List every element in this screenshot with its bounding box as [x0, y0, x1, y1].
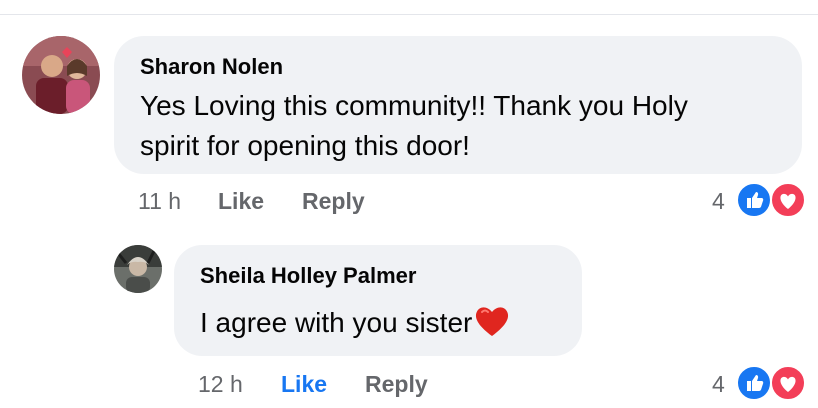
like-icon[interactable] [736, 365, 772, 401]
comment-author[interactable]: Sharon Nolen [140, 54, 283, 80]
reaction-count[interactable]: 4 [712, 371, 725, 398]
love-icon[interactable] [770, 182, 806, 218]
reply-button[interactable]: Reply [302, 188, 365, 215]
comment-timestamp[interactable]: 12 h [198, 371, 243, 398]
like-icon[interactable] [736, 182, 772, 218]
comment-author[interactable]: Sheila Holley Palmer [200, 263, 416, 289]
comment-text: I agree with you sister [200, 303, 511, 349]
comment-bubble: Sharon Nolen Yes Loving this community!!… [114, 36, 802, 174]
comment-text-line: Yes Loving this community!! Thank you Ho… [140, 90, 688, 121]
comment-text-line: I agree with you sister [200, 307, 473, 338]
reaction-count[interactable]: 4 [712, 188, 725, 215]
like-button[interactable]: Like [281, 371, 327, 398]
avatar[interactable] [114, 245, 162, 293]
love-icon[interactable] [770, 365, 806, 401]
top-divider [0, 14, 818, 15]
comment-timestamp[interactable]: 11 h [138, 188, 181, 215]
reply-button[interactable]: Reply [365, 371, 428, 398]
comment-text: Yes Loving this community!! Thank you Ho… [140, 86, 688, 166]
comment-bubble: Sheila Holley Palmer I agree with you si… [174, 245, 582, 356]
red-heart-icon [473, 304, 511, 349]
avatar[interactable] [22, 36, 100, 114]
comment-text-line: spirit for opening this door! [140, 130, 470, 161]
like-button[interactable]: Like [218, 188, 264, 215]
